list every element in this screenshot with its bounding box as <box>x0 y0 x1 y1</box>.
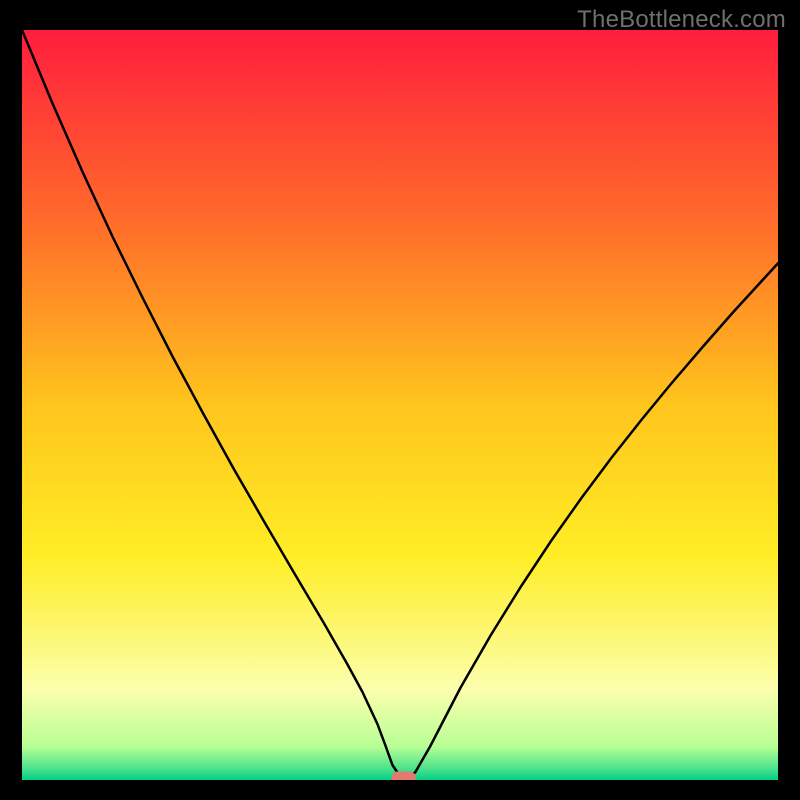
chart-frame: TheBottleneck.com <box>0 0 800 800</box>
optimal-marker <box>392 772 416 781</box>
chart-svg <box>22 30 778 780</box>
plot-area <box>22 30 778 780</box>
gradient-background <box>22 30 778 780</box>
watermark-text: TheBottleneck.com <box>577 6 786 34</box>
